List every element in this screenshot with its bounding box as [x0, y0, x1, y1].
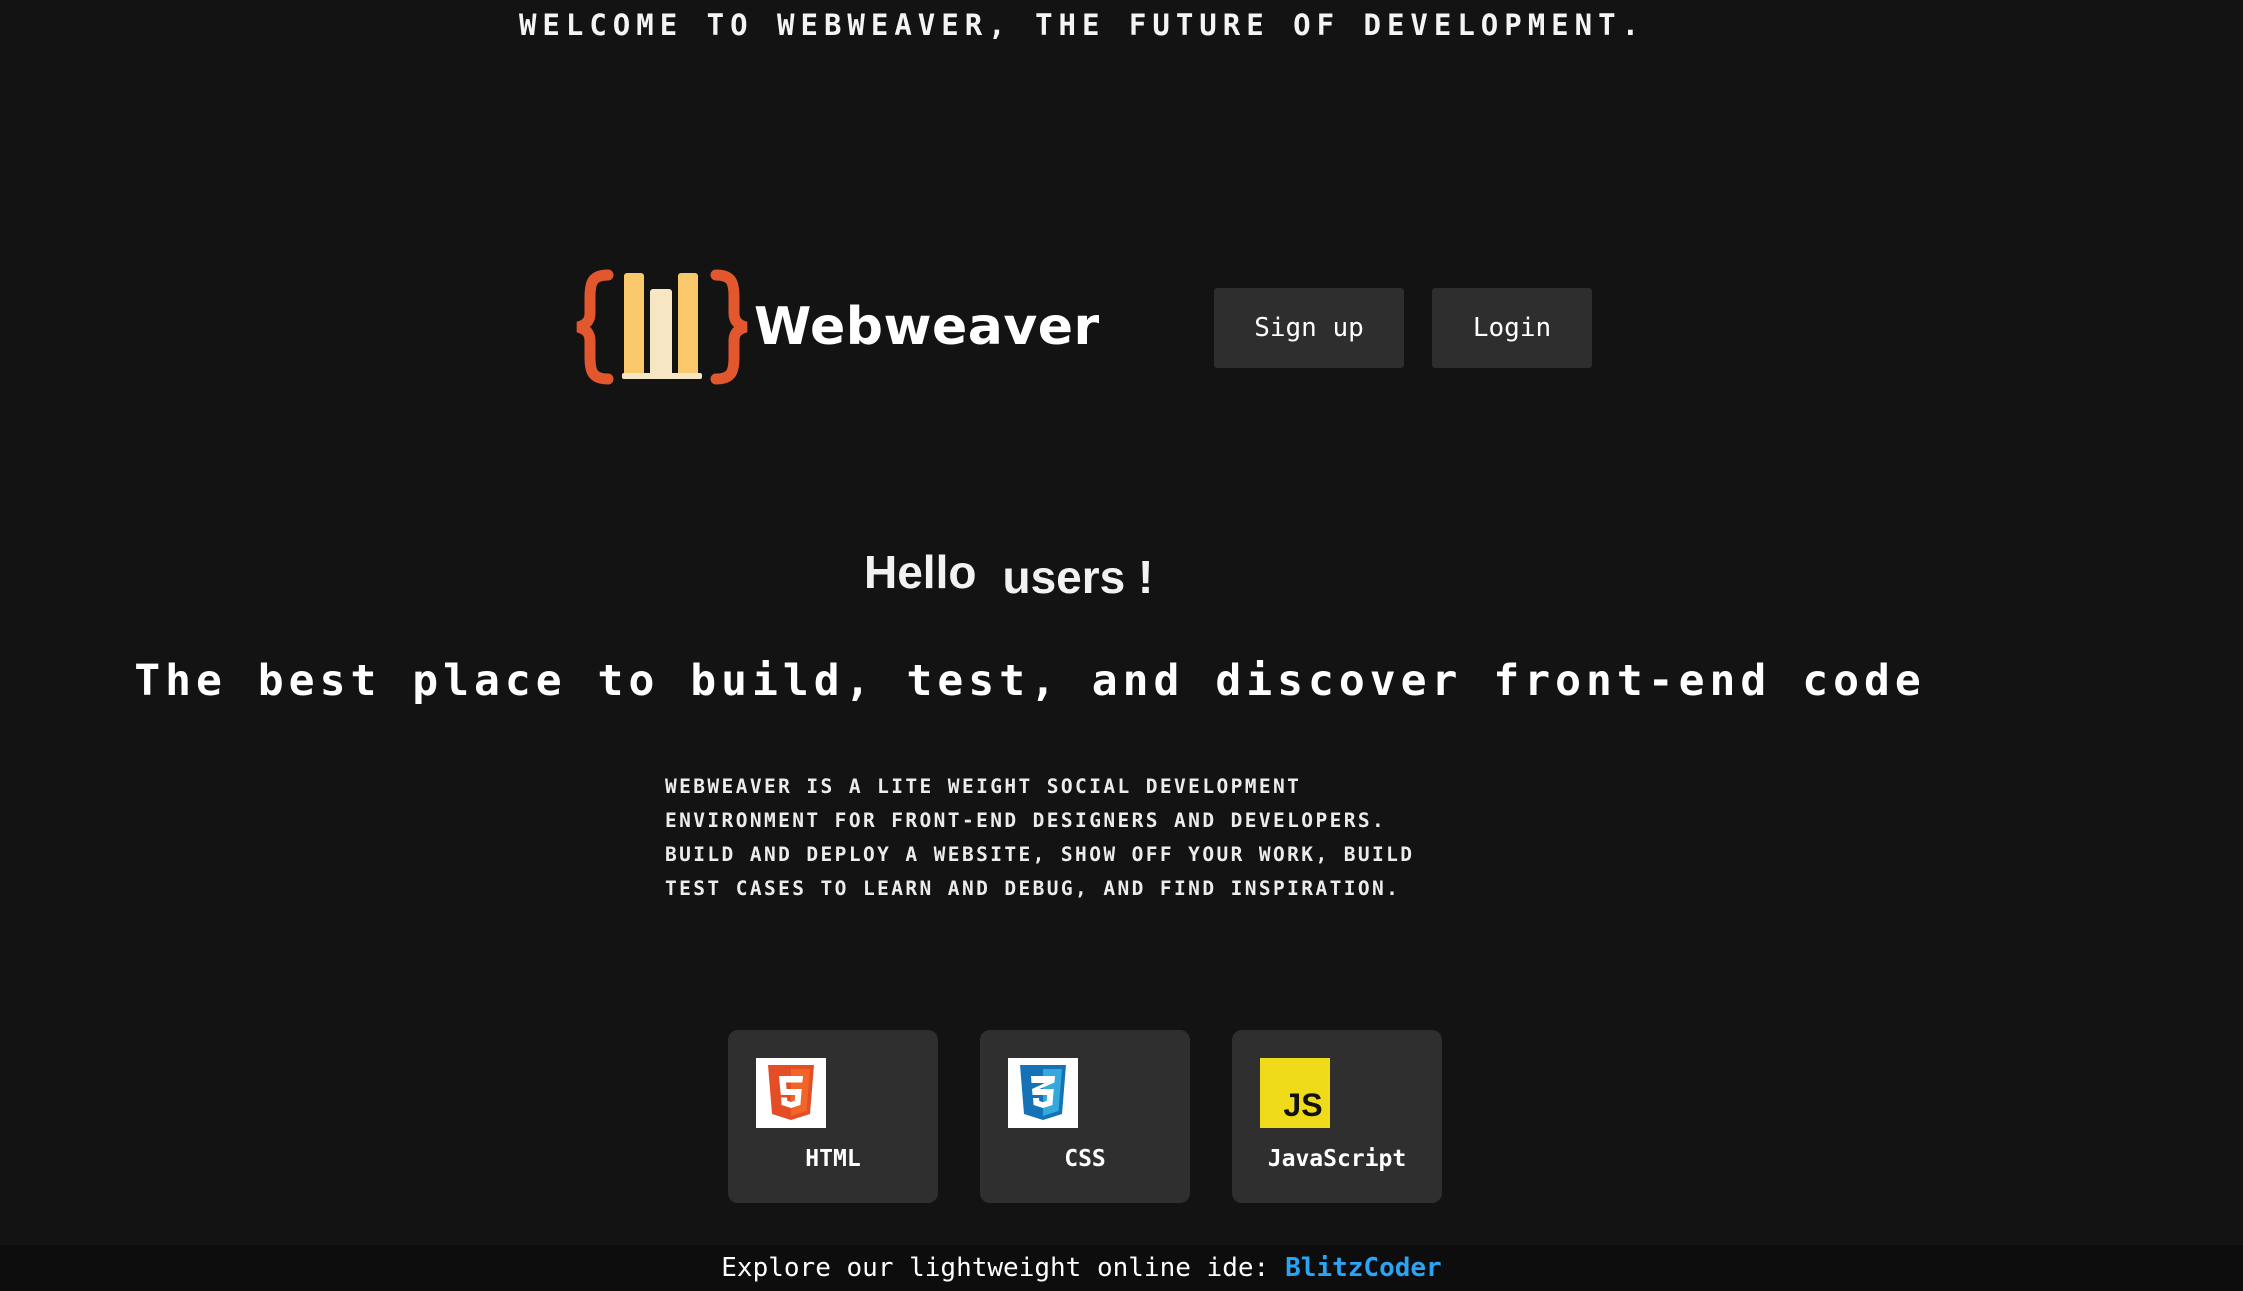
welcome-banner: WELCOME TO WEBWEAVER, THE FUTURE OF DEVE… [518, 8, 1646, 42]
technology-cards: HTML CSS JS JavaScript [728, 1030, 1442, 1203]
tech-card-css[interactable]: CSS [980, 1030, 1190, 1203]
tech-label: HTML [805, 1146, 861, 1172]
tech-label: CSS [1064, 1146, 1106, 1172]
description-line: BUILD AND DEPLOY A WEBSITE, SHOW OFF YOU… [665, 843, 1415, 866]
signup-button[interactable]: Sign up [1214, 288, 1404, 368]
tech-card-html[interactable]: HTML [728, 1030, 938, 1203]
brand: Webweaver [574, 262, 1100, 392]
hero-greeting: Hello users ! [864, 545, 1153, 603]
footer-bar: Explore our lightweight online ide: Blit… [0, 1245, 2243, 1291]
logo[interactable]: Webweaver [574, 267, 1100, 387]
description-line: ENVIRONMENT FOR FRONT-END DESIGNERS AND … [665, 809, 1387, 832]
hero-tagline: The best place to build, test, and disco… [134, 656, 1926, 706]
login-button[interactable]: Login [1432, 288, 1592, 368]
footer-text: Explore our lightweight online ide: [721, 1253, 1270, 1283]
blitzcoder-link[interactable]: BlitzCoder [1285, 1253, 1442, 1283]
auth-buttons: Sign up Login [1214, 288, 1592, 368]
html5-icon [756, 1058, 826, 1128]
javascript-icon-text: JS [1283, 1086, 1323, 1123]
greeting-word: Hello [864, 546, 977, 598]
brand-name: Webweaver [754, 297, 1100, 357]
description-line: TEST CASES TO LEARN AND DEBUG, AND FIND … [665, 877, 1401, 900]
landing-page: WELCOME TO WEBWEAVER, THE FUTURE OF DEVE… [0, 0, 2243, 1291]
braces-books-logo-icon [574, 267, 750, 387]
hero-description: WEBWEAVER IS A LITE WEIGHT SOCIAL DEVELO… [665, 770, 1485, 906]
description-line: WEBWEAVER IS A LITE WEIGHT SOCIAL DEVELO… [665, 775, 1302, 798]
tech-card-javascript[interactable]: JS JavaScript [1232, 1030, 1442, 1203]
css3-icon [1008, 1058, 1078, 1128]
greeting-target: users ! [1002, 551, 1154, 603]
tech-label: JavaScript [1267, 1146, 1407, 1172]
javascript-icon: JS [1260, 1058, 1330, 1128]
